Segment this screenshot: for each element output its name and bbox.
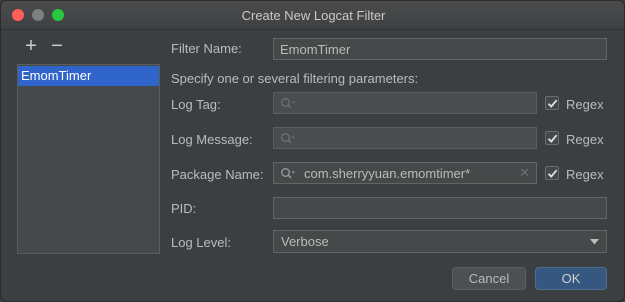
remove-filter-button[interactable]: − <box>49 36 65 56</box>
log-tag-field[interactable] <box>273 92 537 114</box>
log-message-regex-checkbox[interactable] <box>545 131 559 145</box>
package-name-regex-checkbox[interactable] <box>545 166 559 180</box>
chevron-down-icon <box>590 239 599 245</box>
cancel-button[interactable]: Cancel <box>452 267 526 290</box>
log-level-select[interactable]: Verbose <box>273 230 607 253</box>
parameters-hint: Specify one or several filtering paramet… <box>171 71 419 86</box>
log-message-regex-label: Regex <box>566 132 604 147</box>
package-name-value: com.sherryyuan.emomtimer* <box>304 166 471 181</box>
filter-name-input[interactable] <box>274 39 606 59</box>
search-icon <box>280 132 296 146</box>
filters-list[interactable]: EmomTimer <box>17 64 160 254</box>
check-icon <box>547 169 558 178</box>
check-icon <box>547 99 558 108</box>
filter-name-field[interactable] <box>273 38 607 60</box>
filters-list-item[interactable]: EmomTimer <box>18 66 159 86</box>
window-title: Create New Logcat Filter <box>241 8 386 23</box>
search-icon <box>280 97 296 111</box>
log-level-label: Log Level: <box>171 235 231 250</box>
clear-icon[interactable]: ✕ <box>519 166 530 180</box>
package-name-field[interactable]: com.sherryyuan.emomtimer* ✕ <box>273 162 537 184</box>
pid-label: PID: <box>171 201 197 216</box>
ok-button[interactable]: OK <box>535 267 607 290</box>
pid-field[interactable] <box>273 197 607 219</box>
add-filter-button[interactable]: + <box>23 36 39 56</box>
log-tag-regex-label: Regex <box>566 97 604 112</box>
log-message-label: Log Message: <box>171 132 253 147</box>
pid-input[interactable] <box>274 198 606 218</box>
filter-name-label: Filter Name: <box>171 41 242 56</box>
dialog-window: Create New Logcat Filter + − EmomTimer F… <box>0 0 625 302</box>
title-bar: Create New Logcat Filter <box>1 1 624 30</box>
package-name-regex-label: Regex <box>566 167 604 182</box>
log-tag-regex-checkbox[interactable] <box>545 96 559 110</box>
check-icon <box>547 134 558 143</box>
search-icon <box>280 167 296 181</box>
package-name-label: Package Name: <box>171 167 264 182</box>
log-level-value: Verbose <box>281 234 329 249</box>
log-message-field[interactable] <box>273 127 537 149</box>
log-tag-label: Log Tag: <box>171 97 221 112</box>
